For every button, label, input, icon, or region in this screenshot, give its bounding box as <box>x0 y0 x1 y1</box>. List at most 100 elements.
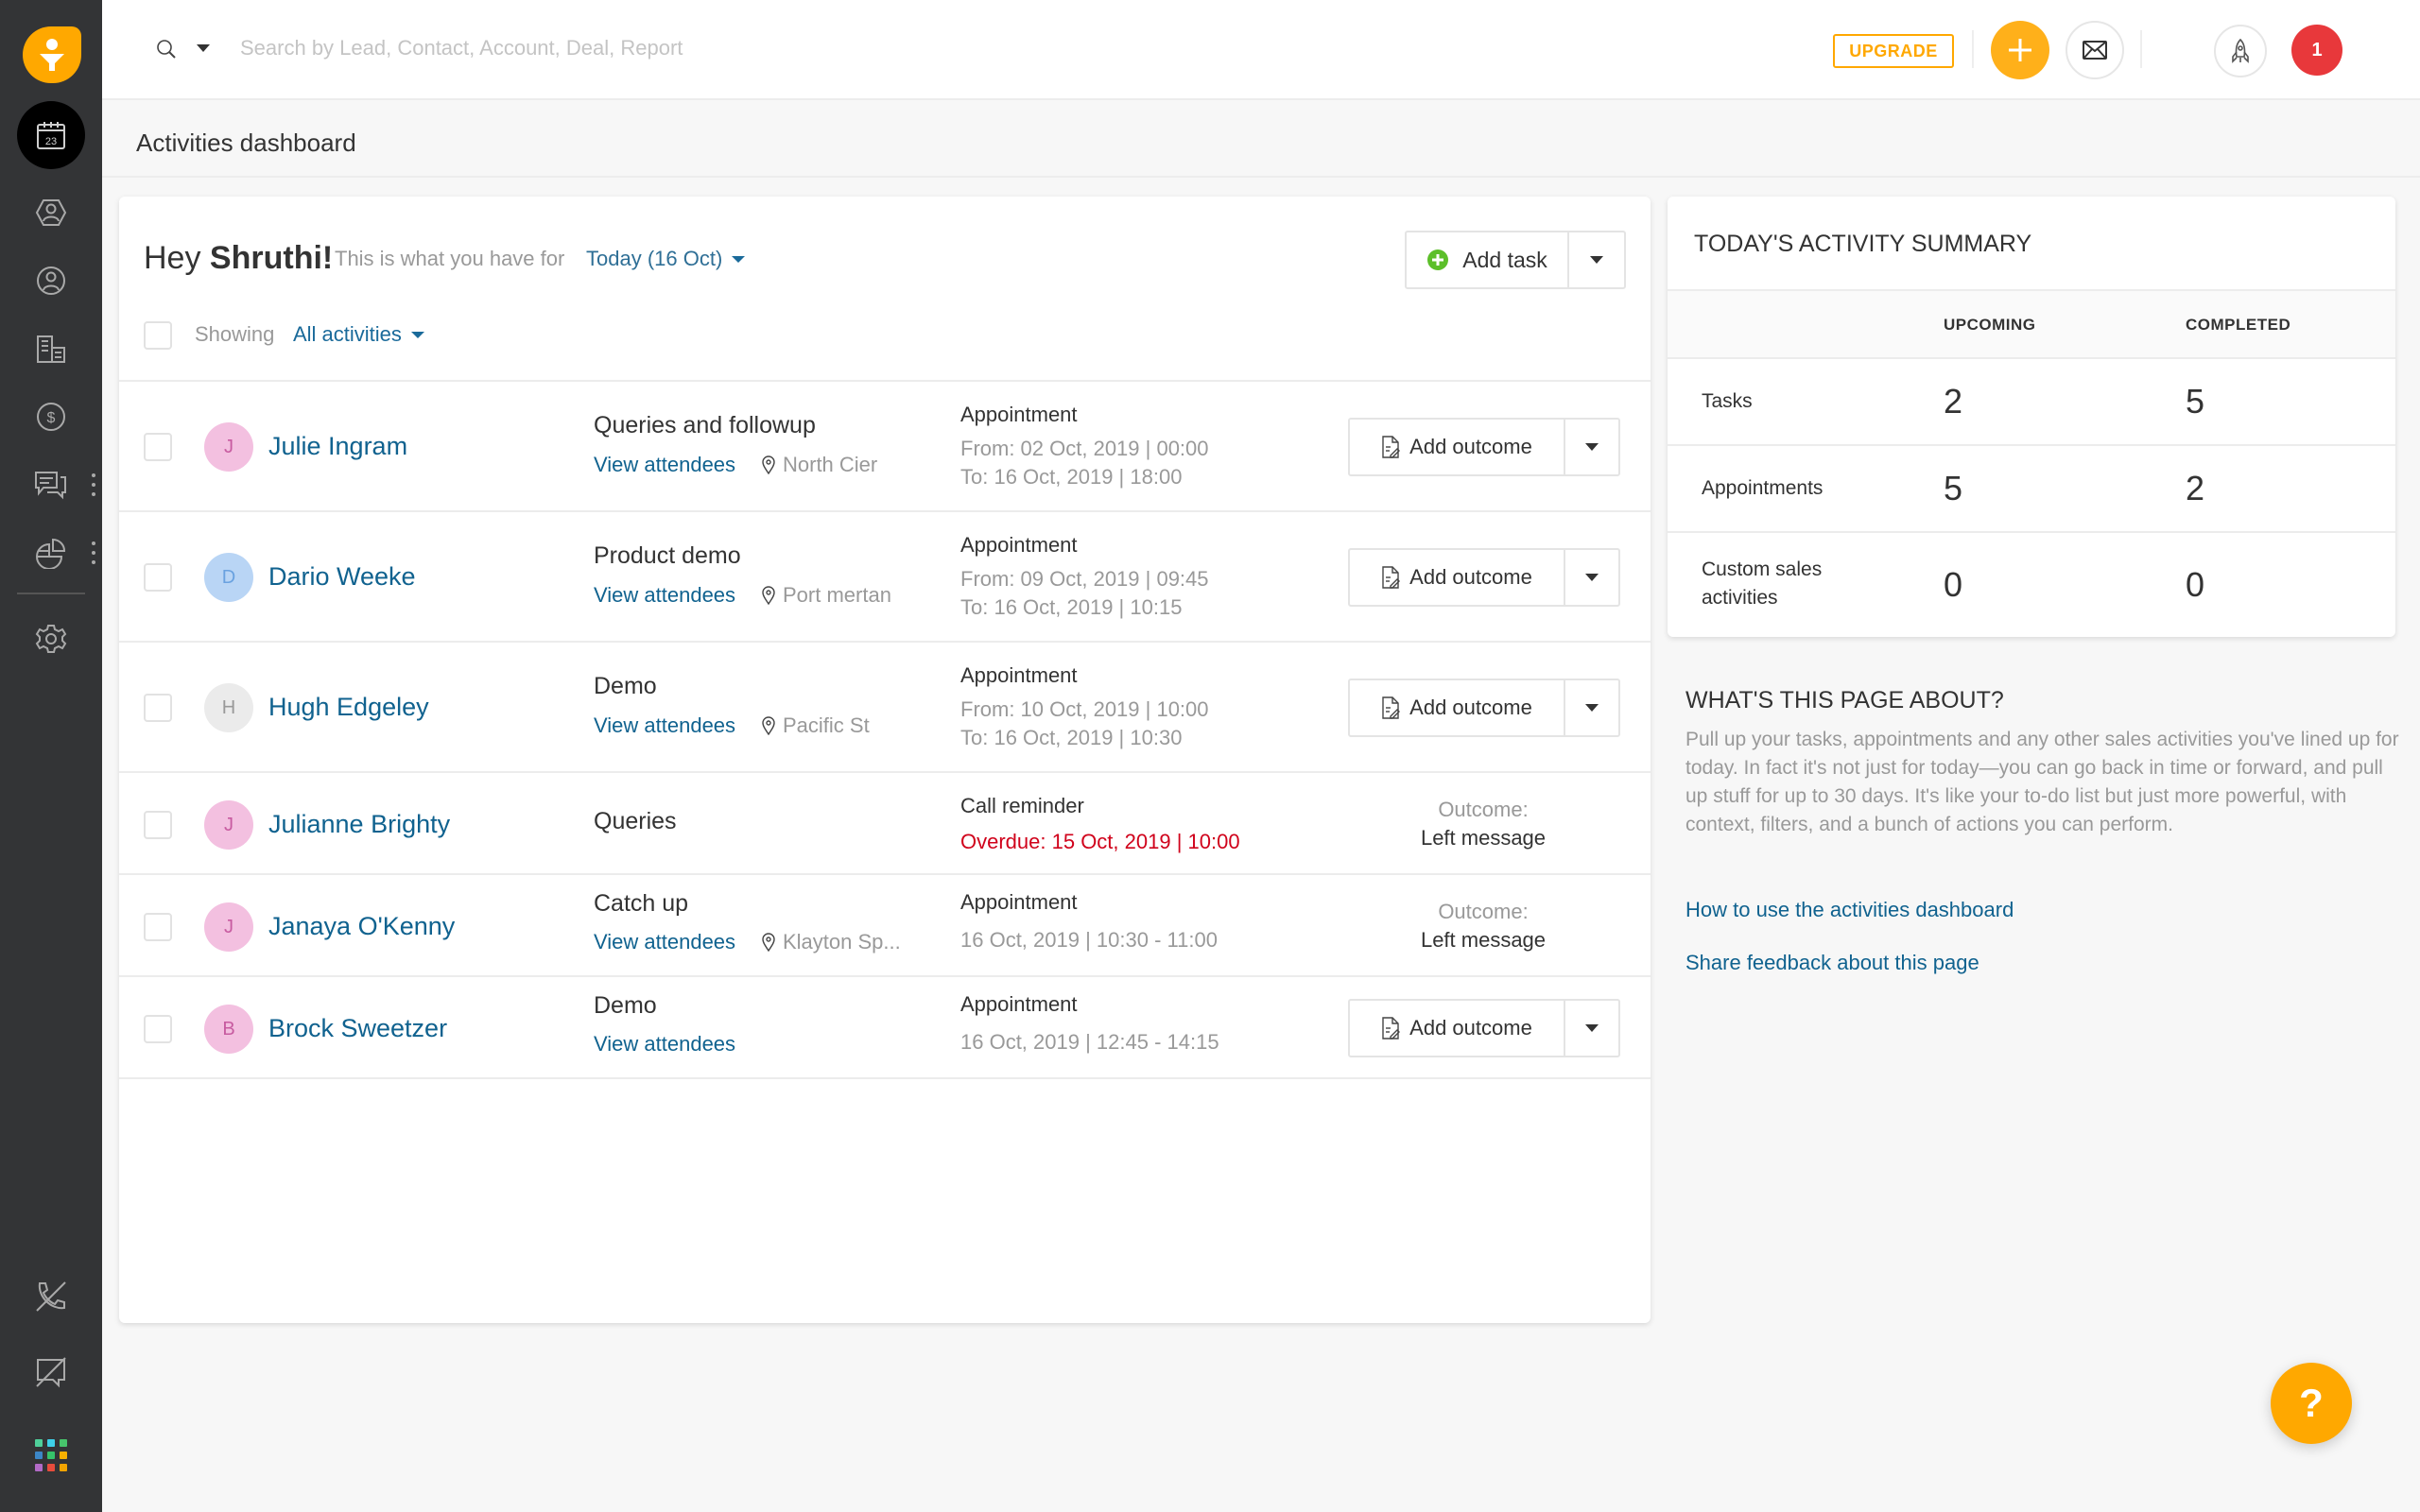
search-icon[interactable] <box>155 38 178 65</box>
apps-dot <box>47 1452 55 1459</box>
sidebar-item-reports[interactable] <box>0 519 102 587</box>
outcome-dropdown[interactable] <box>1565 680 1618 735</box>
document-edit-icon <box>1382 696 1401 719</box>
sidebar-item-conversations[interactable] <box>0 451 102 519</box>
activity-subject: Demo <box>594 992 657 1019</box>
activity-date-to: To: 16 Oct, 2019 | 10:15 <box>960 595 1183 619</box>
contact-name-link[interactable]: Dario Weeke <box>268 562 416 592</box>
activity-row: D Dario Weeke Product demo View attendee… <box>119 512 1651 643</box>
how-to-use-link[interactable]: How to use the activities dashboard <box>1685 898 2014 922</box>
contact-name-link[interactable]: Janaya O'Kenny <box>268 912 455 941</box>
summary-row: Custom sales activities 0 0 <box>1668 533 2395 637</box>
view-attendees-link[interactable]: View attendees <box>594 583 735 608</box>
activity-date-to: To: 16 Oct, 2019 | 10:30 <box>960 726 1183 749</box>
view-attendees-link[interactable]: View attendees <box>594 453 735 477</box>
select-all-checkbox[interactable] <box>144 321 172 350</box>
summary-row-label: Appointments <box>1702 477 1824 499</box>
search-input[interactable] <box>240 28 902 68</box>
activity-date-from: From: 09 Oct, 2019 | 09:45 <box>960 567 1209 591</box>
apps-dot <box>60 1452 67 1459</box>
apps-dot <box>35 1452 43 1459</box>
quick-add-button[interactable] <box>1991 21 2049 79</box>
activity-row: B Brock Sweetzer Demo View attendees App… <box>119 977 1651 1079</box>
email-button[interactable] <box>2066 21 2124 79</box>
upcoming-count[interactable]: 0 <box>1944 565 1962 605</box>
sidebar-item-activities[interactable]: 23 <box>0 101 102 169</box>
sidebar-item-accounts[interactable] <box>0 315 102 383</box>
location-pin-icon <box>762 586 775 605</box>
add-task-button[interactable]: Add task <box>1407 232 1569 287</box>
sidebar-item-deals[interactable]: $ <box>0 383 102 451</box>
upgrade-button[interactable]: UPGRADE <box>1833 34 1954 68</box>
view-attendees-link[interactable]: View attendees <box>594 1032 735 1057</box>
freshsales-logo-icon[interactable] <box>23 26 81 83</box>
about-title: WHAT'S THIS PAGE ABOUT? <box>1685 687 2004 713</box>
view-attendees-link[interactable]: View attendees <box>594 930 735 954</box>
location-text: Pacific St <box>783 713 870 737</box>
view-attendees-link[interactable]: View attendees <box>594 713 735 738</box>
outcome-dropdown[interactable] <box>1565 550 1618 605</box>
add-outcome-button[interactable]: Add outcome <box>1350 550 1565 605</box>
location-pin-icon <box>762 933 775 952</box>
outcome-dropdown[interactable] <box>1565 420 1618 474</box>
sidebar-item-chat[interactable] <box>0 1338 102 1406</box>
row-checkbox[interactable] <box>144 694 172 722</box>
completed-count[interactable]: 0 <box>2186 565 2204 605</box>
upcoming-count[interactable]: 5 <box>1944 469 1962 508</box>
activity-date-from: From: 02 Oct, 2019 | 00:00 <box>960 437 1209 460</box>
notifications-badge[interactable]: 1 <box>2291 25 2342 76</box>
summary-row: Tasks 2 5 <box>1668 359 2395 446</box>
pie-chart-icon <box>36 538 66 569</box>
row-checkbox[interactable] <box>144 811 172 839</box>
row-checkbox[interactable] <box>144 563 172 592</box>
sidebar-item-leads[interactable] <box>0 179 102 247</box>
column-header-upcoming: UPCOMING <box>1944 316 2036 334</box>
activity-summary-card: TODAY'S ACTIVITY SUMMARY UPCOMING COMPLE… <box>1668 197 2395 637</box>
reports-more-handle[interactable] <box>91 541 96 564</box>
completed-count[interactable]: 5 <box>2186 382 2204 421</box>
activity-subject: Demo <box>594 673 657 699</box>
location: Pacific St <box>762 713 870 738</box>
share-feedback-link[interactable]: Share feedback about this page <box>1685 951 1979 975</box>
row-checkbox[interactable] <box>144 913 172 941</box>
activity-type-filter[interactable]: All activities <box>293 322 424 347</box>
contact-avatar: J <box>204 902 253 952</box>
conversations-more-handle[interactable] <box>91 473 96 496</box>
row-checkbox[interactable] <box>144 433 172 461</box>
outcome-label: Outcome: <box>1438 798 1529 821</box>
contact-name-link[interactable]: Brock Sweetzer <box>268 1014 447 1043</box>
whats-new-button[interactable] <box>2214 25 2267 77</box>
add-outcome-button[interactable]: Add outcome <box>1350 1001 1565 1056</box>
contact-name-link[interactable]: Julie Ingram <box>268 432 407 461</box>
contact-avatar: D <box>204 553 253 602</box>
sidebar-item-contacts[interactable] <box>0 247 102 315</box>
add-outcome-split-button: Add outcome <box>1348 999 1620 1057</box>
contact-name-link[interactable]: Julianne Brighty <box>268 810 450 839</box>
activity-type: Appointment <box>960 403 1078 426</box>
help-button[interactable]: ? <box>2271 1363 2352 1444</box>
row-checkbox[interactable] <box>144 1015 172 1043</box>
date-filter-dropdown[interactable]: Today (16 Oct) <box>586 247 746 271</box>
add-outcome-label: Add outcome <box>1409 565 1532 589</box>
date-filter-label: Today (16 Oct) <box>586 247 723 270</box>
contact-name-link[interactable]: Hugh Edgeley <box>268 693 429 722</box>
activity-date: 16 Oct, 2019 | 10:30 - 11:00 <box>960 928 1218 952</box>
apps-grid-icon[interactable] <box>35 1439 67 1471</box>
add-outcome-button[interactable]: Add outcome <box>1350 680 1565 735</box>
overdue-date: Overdue: 15 Oct, 2019 | 10:00 <box>960 830 1240 853</box>
search-scope-dropdown[interactable] <box>197 44 210 52</box>
add-outcome-button[interactable]: Add outcome <box>1350 420 1565 474</box>
outcome-dropdown[interactable] <box>1565 1001 1618 1056</box>
location-text: Port mertan <box>783 583 891 607</box>
completed-count[interactable]: 2 <box>2186 469 2204 508</box>
add-task-dropdown[interactable] <box>1569 232 1624 287</box>
activity-subject: Queries and followup <box>594 412 816 438</box>
apps-dot <box>47 1464 55 1471</box>
contact-avatar: B <box>204 1005 253 1054</box>
upcoming-count[interactable]: 2 <box>1944 382 1962 421</box>
sidebar-item-settings[interactable] <box>0 605 102 673</box>
activity-date-from: From: 10 Oct, 2019 | 10:00 <box>960 697 1209 721</box>
about-description: Pull up your tasks, appointments and any… <box>1685 729 2399 835</box>
sidebar-item-phone[interactable] <box>0 1263 102 1331</box>
page-header: Activities dashboard <box>102 102 2420 178</box>
